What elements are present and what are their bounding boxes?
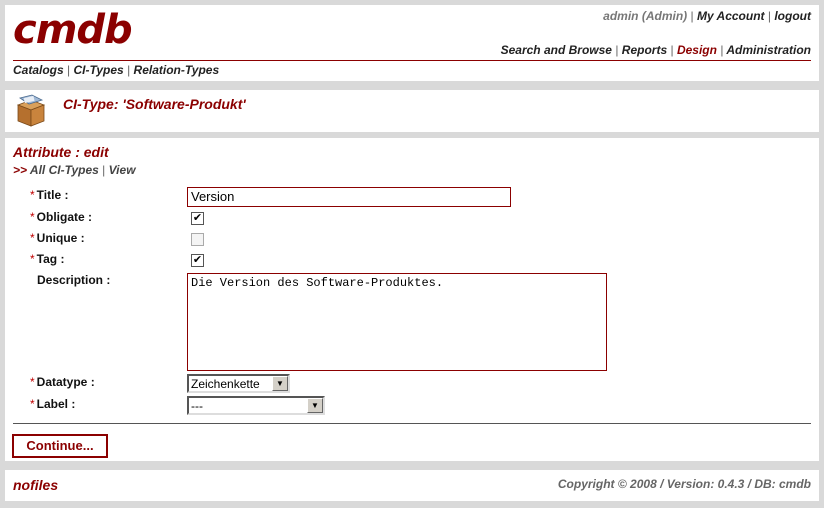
separator: | bbox=[670, 43, 674, 57]
app-logo[interactable]: cmdb bbox=[13, 7, 133, 53]
separator: | bbox=[127, 63, 131, 77]
separator: | bbox=[615, 43, 619, 57]
datatype-select[interactable]: Zeichenkette ▼ bbox=[187, 374, 290, 393]
form-divider bbox=[13, 423, 811, 424]
chevron-down-icon[interactable]: ▼ bbox=[272, 376, 288, 391]
my-account-link[interactable]: My Account bbox=[697, 9, 765, 23]
label-select[interactable]: --- ▼ bbox=[187, 396, 325, 415]
obligate-label: * Obligate : bbox=[30, 210, 92, 224]
breadcrumb-all-ci-types[interactable]: All CI-Types bbox=[30, 163, 99, 177]
tag-label: * Tag : bbox=[30, 252, 64, 266]
required-mark: * bbox=[30, 252, 35, 266]
required-mark: * bbox=[30, 210, 35, 224]
label-label-text: Label : bbox=[36, 397, 76, 411]
title-field[interactable]: Version bbox=[187, 187, 511, 207]
chevron-down-icon[interactable]: ▼ bbox=[307, 398, 323, 413]
nav-design[interactable]: Design bbox=[677, 43, 717, 57]
main-nav: Search and Browse | Reports | Design | A… bbox=[501, 43, 811, 57]
breadcrumb-view[interactable]: View bbox=[109, 163, 136, 177]
title-label-text: Title : bbox=[36, 188, 69, 202]
description-textarea[interactable]: Die Version des Software-Produktes. bbox=[187, 273, 607, 371]
nav-search-and-browse[interactable]: Search and Browse bbox=[501, 43, 612, 57]
logout-link[interactable]: logout bbox=[774, 9, 811, 23]
user-bar: admin (Admin) | My Account | logout bbox=[603, 9, 811, 23]
tag-label-text: Tag : bbox=[36, 252, 65, 266]
ci-type-header: CI-Type: 'Software-Produkt' bbox=[5, 90, 819, 132]
datatype-label-text: Datatype : bbox=[36, 375, 95, 389]
unique-label: * Unique : bbox=[30, 231, 85, 245]
unique-label-text: Unique : bbox=[36, 231, 85, 245]
breadcrumb-arrow: >> bbox=[13, 163, 28, 177]
datatype-label: * Datatype : bbox=[30, 375, 95, 389]
current-user: admin (Admin) bbox=[603, 9, 688, 23]
footer-logo[interactable]: nofiles bbox=[13, 477, 58, 493]
package-box-icon bbox=[16, 94, 46, 127]
page-title: CI-Type: 'Software-Produkt' bbox=[63, 96, 246, 112]
required-mark: * bbox=[30, 397, 35, 411]
tag-checkbox[interactable]: ✔ bbox=[191, 254, 204, 267]
required-mark: * bbox=[30, 375, 35, 389]
subnav-ci-types[interactable]: CI-Types bbox=[74, 63, 124, 77]
subnav-catalogs[interactable]: Catalogs bbox=[13, 63, 64, 77]
obligate-label-text: Obligate : bbox=[36, 210, 93, 224]
separator: | bbox=[767, 9, 771, 23]
copyright: Copyright © 2008 / Version: 0.4.3 / DB: … bbox=[557, 477, 811, 491]
header: cmdb admin (Admin) | My Account | logout… bbox=[5, 5, 819, 81]
breadcrumb: >> All CI-Types | View bbox=[13, 163, 136, 177]
unique-checkbox[interactable] bbox=[191, 233, 204, 246]
separator: | bbox=[690, 9, 694, 23]
datatype-selected-value: Zeichenkette bbox=[191, 377, 260, 391]
continue-button[interactable]: Continue... bbox=[12, 434, 108, 458]
obligate-checkbox[interactable]: ✔ bbox=[191, 212, 204, 225]
attribute-edit-form: Attribute : edit >> All CI-Types | View … bbox=[5, 138, 819, 461]
separator: | bbox=[720, 43, 724, 57]
nav-administration[interactable]: Administration bbox=[726, 43, 811, 57]
title-label: * Title : bbox=[30, 188, 68, 202]
subnav-relation-types[interactable]: Relation-Types bbox=[134, 63, 220, 77]
nav-reports[interactable]: Reports bbox=[622, 43, 667, 57]
description-label: Description : bbox=[37, 273, 111, 287]
header-divider bbox=[13, 60, 811, 61]
required-mark: * bbox=[30, 231, 35, 245]
section-heading: Attribute : edit bbox=[13, 144, 109, 160]
separator: | bbox=[67, 63, 71, 77]
label-label: * Label : bbox=[30, 397, 75, 411]
label-selected-value: --- bbox=[191, 399, 203, 413]
separator: | bbox=[102, 163, 106, 177]
sub-nav: Catalogs | CI-Types | Relation-Types bbox=[13, 63, 219, 77]
footer: nofiles Copyright © 2008 / Version: 0.4.… bbox=[5, 470, 819, 501]
required-mark: * bbox=[30, 188, 35, 202]
